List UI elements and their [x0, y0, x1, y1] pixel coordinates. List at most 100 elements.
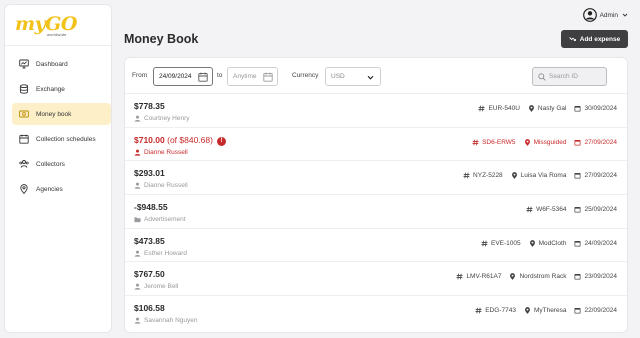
person-cell: Esther Howard: [134, 250, 187, 257]
record-agency: Nordstrom Rack: [509, 273, 566, 280]
location-pin-icon: [511, 172, 521, 180]
warning-icon: !: [216, 136, 226, 146]
sidebar-item-collection-schedules[interactable]: Collection schedules: [12, 128, 111, 150]
user-avatar-icon: [582, 8, 597, 22]
record-id-value: NYZ-5228: [473, 172, 503, 180]
add-expense-button[interactable]: Add expense: [561, 30, 628, 48]
person-icon: [134, 317, 141, 324]
sidebar-item-collectors[interactable]: Collectors: [12, 153, 111, 175]
hash-icon: [463, 172, 473, 179]
record-date-value: 27/09/2024: [584, 138, 617, 146]
record-agency-value: MyTheresa: [533, 307, 567, 315]
location-pin-icon: [524, 138, 534, 146]
record-date: 27/09/2024: [574, 139, 617, 146]
sidebar-item-label: Dashboard: [36, 60, 68, 68]
sidebar-item-label: Agencies: [36, 185, 63, 193]
person-cell: Dianne Russell: [134, 182, 188, 189]
sidebar-item-agencies[interactable]: Agencies: [12, 178, 111, 200]
money-icon: [19, 109, 29, 119]
record-date: 23/09/2024: [574, 273, 617, 280]
hash-icon: [481, 240, 491, 247]
record-meta: EDG-7743 MyTheresa 22/09/2024: [467, 307, 617, 314]
amount-value: -$948.55: [134, 202, 168, 213]
calendar-icon: [19, 134, 29, 144]
amount-cell: $293.01: [134, 168, 165, 178]
person-cell: Jerome Bell: [134, 283, 178, 290]
hash-icon: [526, 206, 536, 213]
table-row[interactable]: $473.85 Esther Howard EVE-1005 ModCloth 24/0…: [125, 229, 627, 263]
currency-select[interactable]: USD: [325, 67, 381, 86]
record-agency: Nasty Gal: [528, 105, 567, 112]
sidebar-item-label: Exchange: [36, 85, 65, 93]
location-pin-icon: [19, 184, 29, 194]
from-label: From: [132, 72, 148, 79]
brand-logo[interactable]: myGO worldwide: [15, 15, 77, 41]
record-date-value: 25/09/2024: [584, 206, 617, 214]
record-id-value: EVE-1005: [490, 239, 521, 247]
record-list: $778.35 Courtney Henry EUR-540U Nasty Gal 30…: [125, 94, 627, 330]
search-placeholder: Search ID: [549, 73, 578, 80]
record-date-value: 27/09/2024: [584, 172, 617, 180]
person-icon: [134, 182, 141, 190]
amount-value: $767.50: [134, 269, 165, 280]
amount-value: $106.58: [134, 303, 165, 314]
to-date-placeholder: Anytime: [233, 73, 257, 80]
calendar-icon: [574, 172, 584, 179]
amount-cell: $710.00 (of $840.68)!: [134, 135, 226, 146]
sidebar-item-money-book[interactable]: Money book: [12, 103, 111, 125]
calendar-icon: [574, 105, 584, 112]
record-id: NYZ-5228: [463, 172, 503, 179]
sidebar-divider: [5, 45, 111, 46]
record-date-value: 22/09/2024: [584, 307, 617, 315]
amount-value: $473.85: [134, 235, 165, 246]
add-expense-icon: [569, 37, 576, 42]
amount-value: $778.35: [134, 101, 165, 111]
from-date-field[interactable]: 24/09/2024: [153, 67, 213, 86]
record-date: 22/09/2024: [574, 307, 617, 314]
table-row[interactable]: $293.01 Dianne Russell NYZ-5228 Luisa Via R…: [125, 161, 627, 196]
sidebar-item-exchange[interactable]: Exchange: [12, 78, 111, 100]
table-row[interactable]: $778.35 Courtney Henry EUR-540U Nasty Gal 30…: [125, 94, 627, 128]
table-row[interactable]: $106.58 Savannah Nguyen EDG-7743 MyTheresa 2…: [125, 296, 627, 330]
person-cell: Advertisement: [134, 216, 186, 223]
person-name: Courtney Henry: [144, 115, 190, 122]
amount-cell: $767.50: [134, 269, 165, 279]
to-date-field[interactable]: Anytime: [227, 67, 278, 86]
record-id: EDG-7743: [475, 307, 516, 314]
person-cell: Courtney Henry: [134, 115, 190, 122]
record-id: EUR-540U: [478, 105, 520, 112]
record-date-value: 30/09/2024: [584, 105, 617, 112]
amount-cell: $106.58: [134, 303, 165, 313]
record-id-value: EDG-7743: [485, 307, 516, 315]
sidebar-item-label: Money book: [36, 110, 72, 118]
monitor-chart-icon: [19, 59, 29, 69]
folder-icon: [134, 216, 141, 223]
record-date: 27/09/2024: [574, 172, 617, 179]
calendar-icon: [263, 72, 273, 82]
person-cell: Savannah Nguyen: [134, 317, 198, 324]
table-row[interactable]: $710.00 (of $840.68)! Dianne Russell SD6-E…: [125, 128, 627, 162]
location-pin-icon: [509, 273, 519, 281]
sidebar-item-dashboard[interactable]: Dashboard: [12, 53, 111, 75]
search-input[interactable]: Search ID: [532, 67, 607, 86]
table-row[interactable]: -$948.55 Advertisement W6F-5364 25/09/2024: [125, 195, 627, 229]
calendar-icon: [574, 240, 584, 247]
amount-value: $293.01: [134, 168, 165, 179]
sidebar-item-label: Collection schedules: [36, 135, 96, 143]
record-meta: NYZ-5228 Luisa Via Roma 27/09/2024: [455, 172, 617, 179]
record-date: 30/09/2024: [574, 105, 617, 112]
record-agency-value: Missguided: [533, 138, 567, 146]
location-pin-icon: [529, 239, 539, 247]
user-menu[interactable]: Admin: [582, 8, 628, 22]
calendar-icon: [574, 139, 584, 146]
table-row[interactable]: $767.50 Jerome Bell LMV-R61A7 Nordstrom Rac…: [125, 262, 627, 297]
to-label: to: [217, 72, 223, 79]
person-name: Savannah Nguyen: [144, 317, 198, 325]
record-agency-value: Nasty Gal: [537, 105, 567, 112]
record-id-value: SD6-ERW5: [482, 138, 516, 146]
amount-cell: $778.35: [134, 101, 165, 111]
page-title: Money Book: [124, 32, 199, 46]
record-id: EVE-1005: [481, 240, 521, 247]
search-icon: [538, 73, 546, 81]
record-agency-value: Nordstrom Rack: [519, 273, 567, 281]
